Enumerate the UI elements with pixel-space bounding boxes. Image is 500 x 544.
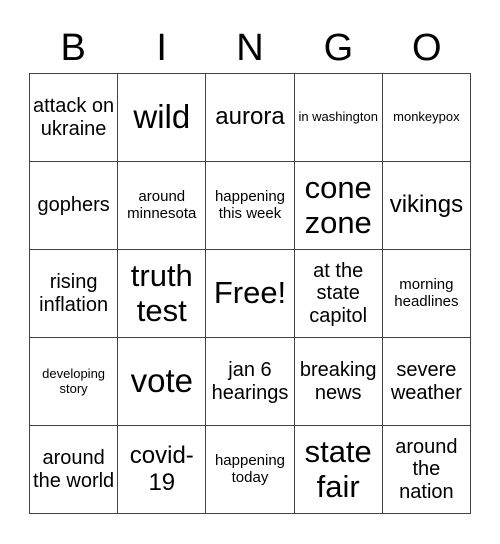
bingo-cell-text: aurora — [215, 103, 285, 131]
bingo-cell[interactable]: gophers — [30, 162, 119, 250]
bingo-cell[interactable]: rising inflation — [30, 250, 119, 338]
bingo-cell[interactable]: developing story — [30, 338, 119, 426]
bingo-cell[interactable]: morning headlines — [382, 250, 471, 338]
bingo-cell-text: at the state capitol — [309, 259, 368, 327]
bingo-cell[interactable]: covid-19 — [118, 426, 207, 514]
bingo-cell-text: wild — [133, 98, 191, 136]
header-letter-o: O — [412, 27, 442, 69]
bingo-board: attack on ukraine wild aurora in washington… — [29, 73, 471, 514]
bingo-cell-text: around minnesota — [127, 187, 197, 222]
bingo-cell-text: attack on ukraine — [33, 95, 115, 140]
header-letter-i: I — [156, 27, 167, 69]
bingo-cell[interactable]: aurora — [206, 74, 295, 162]
bingo-cell-text: covid-19 — [129, 441, 194, 496]
bingo-cell-text: in washington — [298, 109, 378, 125]
bingo-cell[interactable]: vikings — [382, 162, 471, 250]
bingo-cell[interactable]: around the nation — [382, 426, 471, 514]
bingo-cell-text: cone zone — [304, 169, 372, 240]
bingo-cell[interactable]: at the state capitol — [294, 250, 383, 338]
bingo-cell-text: severe weather — [390, 359, 462, 404]
bingo-cell-text: jan 6 hearings — [211, 359, 289, 404]
bingo-cell-text: Free! — [213, 275, 287, 311]
bingo-cell-text: happening this week — [214, 187, 286, 222]
bingo-cell[interactable]: wild — [118, 74, 207, 162]
bingo-cell-text: state fair — [304, 433, 372, 504]
bingo-cell-text: developing story — [42, 365, 106, 396]
bingo-cell[interactable]: severe weather — [382, 338, 471, 426]
bingo-cell-text: happening today — [214, 451, 286, 486]
bingo-cell[interactable]: around the world — [30, 426, 119, 514]
free-space-cell[interactable]: Free! — [206, 250, 295, 338]
bingo-cell[interactable]: vote — [118, 338, 207, 426]
bingo-cell-text: rising inflation — [39, 271, 109, 316]
bingo-cell-text: monkeypox — [393, 109, 460, 125]
bingo-cell[interactable]: breaking news — [294, 338, 383, 426]
bingo-cell[interactable]: monkeypox — [382, 74, 471, 162]
bingo-cell[interactable]: in washington — [294, 74, 383, 162]
bingo-header: B I N G O — [29, 22, 471, 74]
bingo-cell-text: gophers — [37, 194, 110, 217]
bingo-cell-text: around the world — [33, 447, 115, 492]
bingo-cell-text: breaking news — [299, 359, 377, 404]
header-letter-b: B — [60, 27, 86, 69]
bingo-cell-text: morning headlines — [394, 275, 459, 310]
bingo-cell-text: truth test — [130, 257, 193, 328]
bingo-cell-text: vikings — [389, 191, 464, 219]
bingo-cell[interactable]: state fair — [294, 426, 383, 514]
bingo-cell[interactable]: around minnesota — [118, 162, 207, 250]
header-letter-g: G — [323, 27, 354, 69]
bingo-cell[interactable]: truth test — [118, 250, 207, 338]
bingo-cell[interactable]: happening today — [206, 426, 295, 514]
bingo-cell[interactable]: happening this week — [206, 162, 295, 250]
bingo-cell-text: around the nation — [395, 435, 458, 503]
header-letter-n: N — [236, 27, 264, 69]
bingo-cell[interactable]: jan 6 hearings — [206, 338, 295, 426]
bingo-cell-text: vote — [130, 362, 193, 400]
bingo-cell[interactable]: cone zone — [294, 162, 383, 250]
bingo-cell[interactable]: attack on ukraine — [30, 74, 119, 162]
